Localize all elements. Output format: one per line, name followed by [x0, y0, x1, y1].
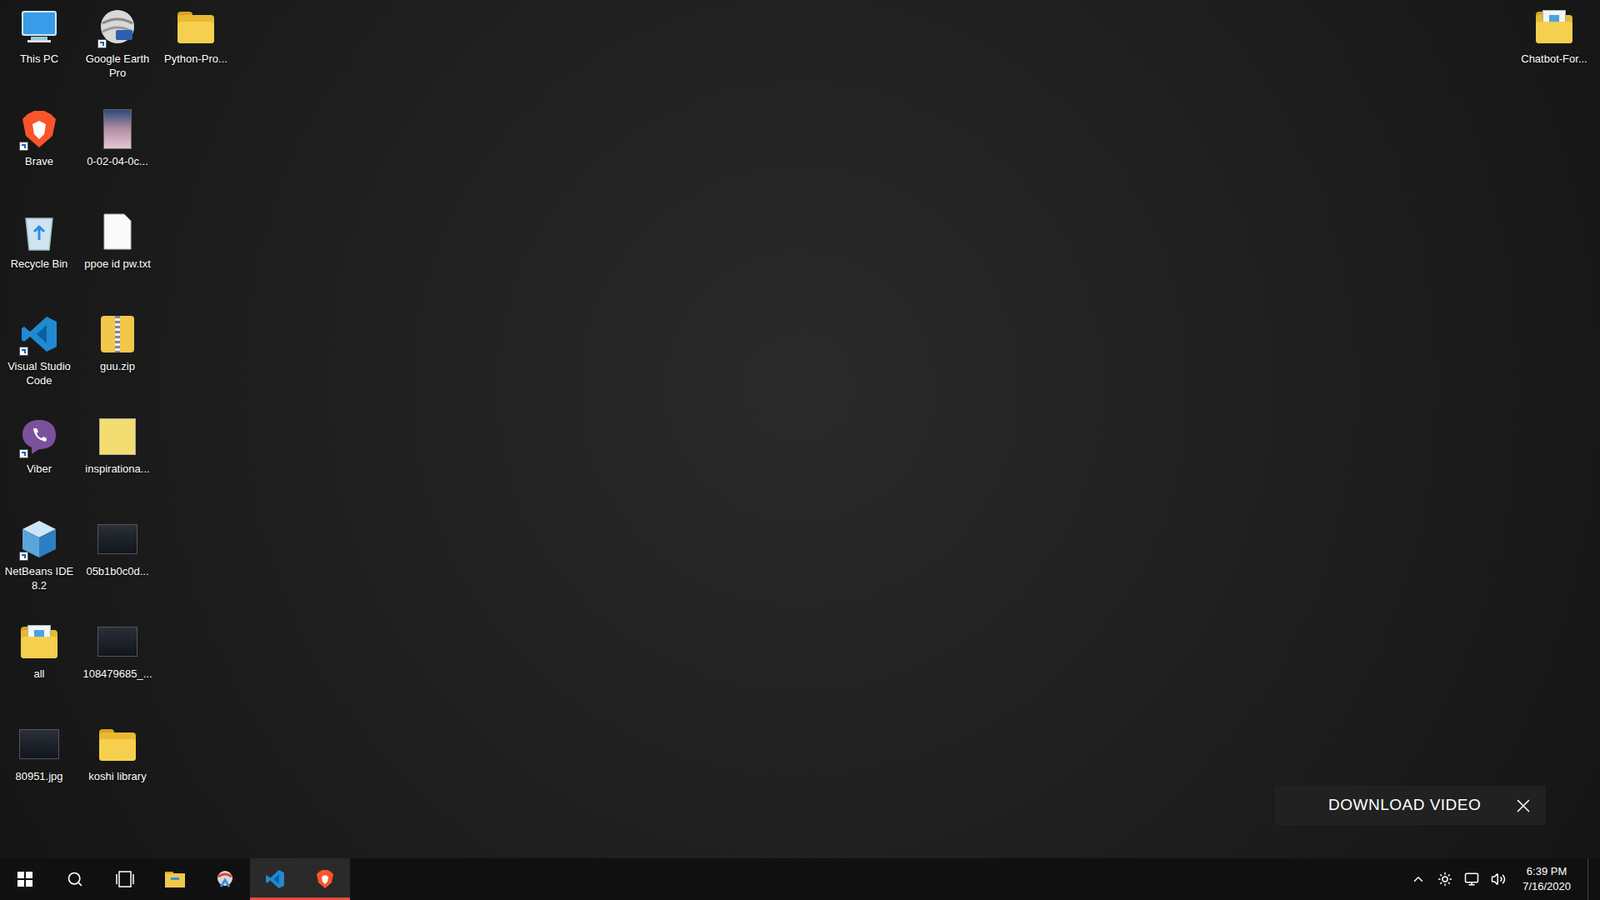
desktop-icon[interactable]: NetBeans IDE 8.2 — [0, 512, 79, 615]
active-indicator — [250, 897, 300, 900]
desktop-icon[interactable]: ppoe id pw.txt — [78, 205, 157, 308]
desktop-icon[interactable]: Viber — [0, 410, 79, 513]
desktop-icon[interactable]: Recycle Bin — [0, 205, 79, 308]
app-icon — [214, 868, 236, 890]
zip-icon — [100, 315, 135, 353]
volume-icon[interactable] — [1490, 871, 1506, 887]
close-icon[interactable] — [1512, 795, 1535, 817]
desktop-icon-label: inspirationa... — [80, 461, 155, 476]
desktop: This PC Brave Recycle Bin Visual Studio Cod… — [0, 0, 1600, 859]
shortcut-arrow-icon — [19, 551, 29, 561]
desktop-icon[interactable]: Brave — [0, 102, 79, 205]
taskbar-button[interactable] — [150, 858, 200, 900]
desktop-icon-label: 80951.jpg — [1, 769, 77, 784]
desktop-icon[interactable]: 108479685_... — [78, 615, 157, 718]
taskbar-button[interactable] — [0, 858, 50, 900]
search-icon — [66, 870, 84, 888]
active-indicator — [300, 897, 350, 900]
windows-logo-icon — [17, 871, 33, 887]
vscode-icon — [265, 869, 285, 890]
desktop-icon[interactable]: Visual Studio Code — [0, 307, 79, 410]
desktop-icon-label: This PC — [1, 51, 77, 66]
recycle-bin-icon — [22, 211, 56, 252]
desktop-icon-label: 108479685_... — [80, 666, 155, 681]
folder-icon — [20, 625, 58, 659]
shortcut-arrow-icon — [19, 141, 29, 151]
desktop-icon-label: Brave — [1, 154, 77, 169]
desktop-icon[interactable]: 80951.jpg — [0, 717, 79, 820]
taskbar-button[interactable] — [250, 858, 300, 900]
taskbar-button[interactable] — [200, 858, 250, 900]
download-video-label[interactable]: DOWNLOAD VIDEO — [1328, 793, 1481, 818]
image-thumbnail-icon — [97, 626, 138, 657]
desktop-icon[interactable]: Python-Pro... — [156, 0, 235, 103]
folder-icon — [177, 10, 215, 44]
taskbar-button[interactable] — [100, 858, 150, 900]
download-video-popup[interactable]: DOWNLOAD VIDEO — [1275, 785, 1546, 825]
desktop-icon-grid: This PC Brave Recycle Bin Visual Studio Cod… — [0, 0, 1600, 820]
brightness-icon[interactable] — [1437, 871, 1453, 887]
desktop-icon-label: Chatbot-For... — [1516, 51, 1592, 66]
note-image-icon — [99, 418, 136, 455]
desktop-icon-label: 05b1b0c0d... — [80, 564, 155, 579]
desktop-icon-label: Visual Studio Code — [1, 359, 77, 388]
clock-time: 6:39 PM — [1526, 864, 1567, 880]
desktop-icon-grid-right: Chatbot-For... — [1515, 0, 1594, 66]
taskbar-button[interactable] — [300, 858, 350, 900]
desktop-icon[interactable]: 0-02-04-0c... — [78, 102, 157, 205]
show-desktop-button[interactable] — [1587, 858, 1592, 900]
photo-icon — [103, 109, 132, 150]
shortcut-arrow-icon — [97, 39, 107, 49]
image-thumbnail-icon — [97, 524, 138, 555]
desktop-icon-label: koshi library — [80, 769, 155, 784]
desktop-icon-label: 0-02-04-0c... — [80, 154, 155, 169]
desktop-icon-label: Recycle Bin — [1, 256, 77, 271]
folder-icon — [1535, 10, 1573, 44]
desktop-icon[interactable]: Google Earth Pro — [78, 0, 157, 103]
desktop-icon[interactable]: 05b1b0c0d... — [78, 512, 157, 615]
folder-icon — [99, 727, 136, 761]
taskbar-button[interactable] — [50, 858, 100, 900]
desktop-icon-label: Google Earth Pro — [80, 51, 155, 80]
desktop-icon[interactable]: koshi library — [78, 717, 157, 820]
taskbar: 6:39 PM7/16/2020 — [0, 858, 1600, 900]
task-view-icon — [115, 870, 135, 888]
brave-icon — [315, 869, 335, 890]
desktop-icon[interactable]: Chatbot-For... — [1515, 0, 1594, 66]
desktop-icon[interactable]: inspirationa... — [78, 410, 157, 513]
show-hidden-icons-icon[interactable] — [1410, 871, 1426, 887]
file-explorer-icon — [164, 870, 186, 889]
desktop-icon-label: ppoe id pw.txt — [80, 256, 155, 271]
desktop-icon-label: all — [1, 666, 77, 681]
system-tray: 6:39 PM7/16/2020 — [1410, 858, 1600, 900]
image-thumbnail-icon — [19, 729, 60, 760]
desktop-icon[interactable]: all — [0, 615, 79, 718]
desktop-icon[interactable]: This PC — [0, 0, 79, 103]
desktop-icon-label: Viber — [1, 461, 77, 476]
clock[interactable]: 6:39 PM7/16/2020 — [1517, 864, 1576, 895]
clock-date: 7/16/2020 — [1522, 879, 1571, 895]
text-file-icon — [102, 212, 133, 251]
desktop-screen: This PC Brave Recycle Bin Visual Studio Cod… — [0, 0, 1600, 900]
desktop-icon-label: Python-Pro... — [158, 51, 234, 66]
shortcut-arrow-icon — [19, 346, 29, 356]
desktop-icon-label: guu.zip — [80, 359, 155, 374]
shortcut-arrow-icon — [19, 449, 29, 459]
desktop-icon[interactable]: guu.zip — [78, 307, 157, 410]
desktop-icon-label: NetBeans IDE 8.2 — [1, 564, 77, 593]
network-icon[interactable] — [1464, 871, 1480, 887]
computer-icon — [19, 8, 60, 45]
